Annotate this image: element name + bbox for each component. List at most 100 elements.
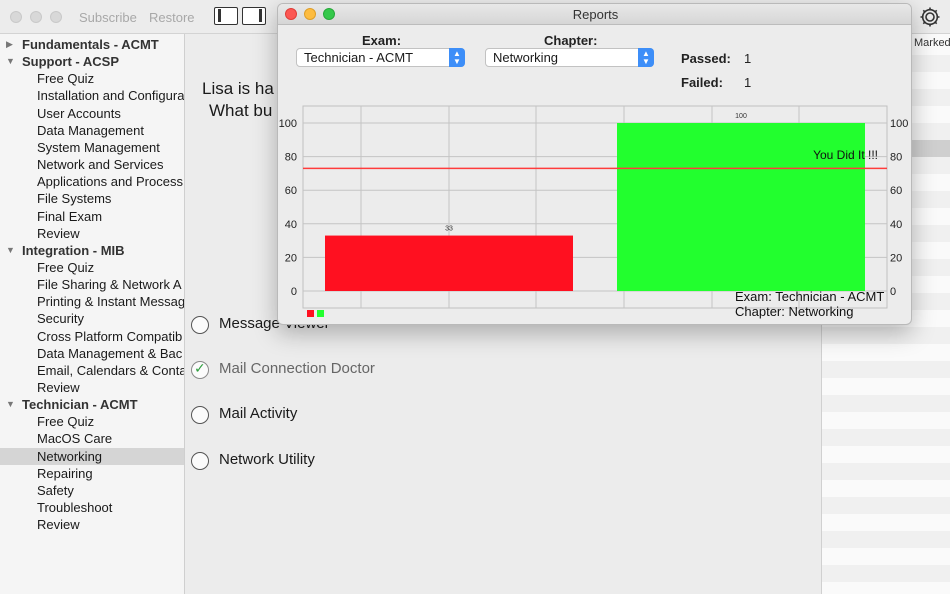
sidebar-item[interactable]: User Accounts	[0, 105, 184, 122]
sidebar-item-label: File Systems	[37, 191, 112, 207]
answer-option[interactable]: Network Utility	[191, 450, 591, 472]
sidebar-item[interactable]: Free Quiz	[0, 259, 184, 276]
close-window-button[interactable]	[10, 11, 22, 23]
minimize-window-button[interactable]	[30, 11, 42, 23]
list-stripe	[822, 531, 950, 548]
list-stripe	[822, 463, 950, 480]
sidebar-item[interactable]: Safety	[0, 482, 184, 499]
sidebar-item[interactable]: File Systems	[0, 190, 184, 207]
sidebar-item[interactable]: Final Exam	[0, 208, 184, 225]
chapter-sidebar: ▶ Fundamentals - ACMT ▼ Support - ACSP Free …	[0, 34, 185, 594]
sidebar-item-label: Review	[37, 380, 80, 395]
sidebar-group[interactable]: ▼ Support - ACSP	[0, 53, 184, 70]
zoom-window-button[interactable]	[50, 11, 62, 23]
sidebar-item[interactable]: MacOS Care	[0, 430, 184, 447]
sidebar-item[interactable]: Applications and Process	[0, 173, 184, 190]
answer-option[interactable]: Mail Activity	[191, 404, 591, 426]
toggle-left-panel-button[interactable]	[214, 7, 238, 25]
sidebar-group-label: Support - ACSP	[22, 54, 120, 70]
y-tick-label-left: 80	[285, 152, 297, 164]
disclosure-open-icon[interactable]: ▼	[6, 242, 15, 259]
bar-value-label: 100	[735, 113, 747, 120]
bar-value-label: 33	[445, 226, 453, 233]
bar	[325, 235, 573, 291]
subscribe-button[interactable]: Subscribe	[79, 10, 137, 25]
sidebar-item-label: Troubleshoot	[37, 500, 113, 516]
disclosure-closed-icon[interactable]: ▶	[6, 36, 13, 53]
toggle-right-panel-button[interactable]	[242, 7, 266, 25]
sidebar-item[interactable]: Installation and Configura	[0, 87, 184, 104]
sidebar-item[interactable]: Free Quiz	[0, 413, 184, 430]
sidebar-item[interactable]: Printing & Instant Messag	[0, 293, 184, 310]
sidebar-group[interactable]: ▼ Integration - MIB	[0, 242, 184, 259]
y-tick-label-right: 20	[890, 252, 902, 264]
radio-button[interactable]	[191, 316, 209, 334]
restore-button[interactable]: Restore	[149, 10, 195, 25]
checkmark-icon: ✓	[194, 360, 206, 376]
radio-checked-icon[interactable]: ✓	[191, 360, 209, 379]
list-stripe	[822, 565, 950, 582]
sidebar-item[interactable]: Repairing	[0, 465, 184, 482]
sidebar-group-label: Technician - ACMT	[22, 397, 138, 413]
sidebar-item-label: System Management	[37, 139, 160, 155]
right-panel-icon	[259, 9, 262, 22]
question-text-line-2: What bu	[209, 101, 273, 120]
y-tick-label-right: 40	[890, 219, 902, 231]
sidebar-item[interactable]: Data Management	[0, 122, 184, 139]
y-tick-label-right: 100	[890, 118, 908, 130]
sidebar-item[interactable]: Review	[0, 225, 184, 242]
sidebar-item-label: Data Management & Bac	[37, 345, 183, 361]
sidebar-item[interactable]: Review	[0, 516, 184, 533]
sidebar-item-label: Safety	[37, 482, 74, 498]
sidebar-item-label: Installation and Configura	[37, 88, 184, 104]
sidebar-item-label: Cross Platform Compatib	[37, 328, 183, 344]
answer-option-label: Network Utility	[219, 451, 315, 468]
sidebar-item[interactable]: File Sharing & Network A	[0, 276, 184, 293]
sidebar-item[interactable]: Network and Services	[0, 156, 184, 173]
sidebar-item-label: Free Quiz	[37, 414, 95, 430]
y-tick-label-left: 40	[285, 219, 297, 231]
sidebar-item[interactable]: Email, Calendars & Conta	[0, 362, 184, 379]
app-window: Subscribe Restore ▶ Fundamentals - ACMT ▼ S…	[0, 0, 950, 594]
sidebar-item-label: Review	[37, 517, 80, 533]
radio-button[interactable]	[191, 406, 209, 424]
sidebar-item[interactable]: Review	[0, 379, 184, 396]
list-stripe	[822, 361, 950, 378]
sidebar-item-label: User Accounts	[37, 105, 121, 121]
sidebar-item[interactable]: Troubleshoot	[0, 499, 184, 516]
settings-button[interactable]	[917, 5, 943, 29]
y-tick-label-right: 80	[890, 152, 902, 164]
sidebar-group[interactable]: ▼ Technician - ACMT	[0, 396, 184, 413]
sidebar-item[interactable]: Data Management & Bac	[0, 345, 184, 362]
sidebar-group-label: Fundamentals - ACMT	[22, 37, 159, 52]
reports-window: Reports Exam: Technician - ACMT ▲ ▼ Chapt…	[277, 3, 912, 325]
sidebar-item[interactable]: System Management	[0, 139, 184, 156]
y-tick-label-left: 20	[285, 252, 297, 264]
list-stripe	[822, 497, 950, 514]
sidebar-group[interactable]: ▶ Fundamentals - ACMT	[0, 36, 184, 53]
sidebar-item-label: Free Quiz	[37, 259, 95, 275]
sidebar-item-label: Free Quiz	[37, 71, 95, 87]
disclosure-open-icon[interactable]: ▼	[6, 53, 15, 70]
sidebar-item-label: Review	[37, 225, 80, 241]
sidebar-item[interactable]: Cross Platform Compatib	[0, 328, 184, 345]
chart-annotation: You Did It !!!	[813, 148, 878, 162]
sidebar-item-label: Repairing	[37, 465, 93, 481]
y-tick-label-left: 100	[279, 118, 297, 130]
sidebar-item-label: MacOS Care	[37, 431, 113, 447]
footer-exam: Exam: Technician - ACMT	[735, 289, 885, 304]
sidebar-item-label: Final Exam	[37, 208, 103, 224]
answer-option[interactable]: ✓ Mail Connection Doctor	[191, 359, 591, 381]
radio-button[interactable]	[191, 452, 209, 470]
sidebar-item[interactable]: Networking	[0, 447, 184, 465]
y-tick-label-left: 0	[291, 286, 297, 298]
answer-option-label: Mail Connection Doctor	[219, 360, 375, 377]
list-stripe	[822, 429, 950, 446]
answer-option-label: Mail Activity	[219, 405, 298, 422]
sidebar-item[interactable]: Free Quiz	[0, 70, 184, 87]
marked-header: Marked	[914, 37, 950, 49]
disclosure-open-icon[interactable]: ▼	[6, 396, 15, 413]
sidebar-item-label: File Sharing & Network A	[37, 277, 182, 293]
footer-chapter: Chapter: Networking	[735, 304, 854, 319]
sidebar-item[interactable]: Security	[0, 310, 184, 327]
